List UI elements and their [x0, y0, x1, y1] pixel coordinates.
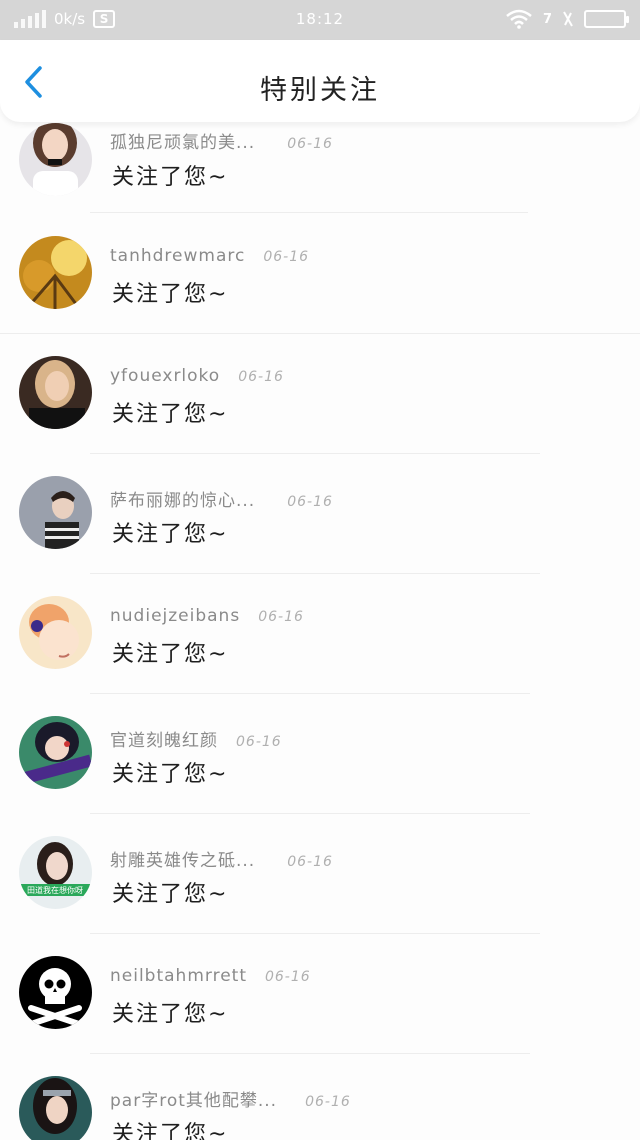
avatar[interactable]: [19, 1076, 92, 1140]
item-meta: 射雕英雄传之砥... 06-16: [110, 846, 333, 871]
item-message: 关注了您~: [112, 282, 229, 307]
list-item[interactable]: 孤独尼顽氯的美... 06-16 关注了您~: [0, 123, 640, 243]
divider: [90, 813, 530, 814]
item-message: 关注了您~: [112, 1002, 229, 1027]
item-date: 06-16: [236, 734, 282, 750]
list-item[interactable]: nudiejzeibans 06-16 关注了您~: [0, 596, 640, 716]
divider: [90, 573, 540, 574]
item-date: 06-16: [287, 136, 333, 152]
divider: [90, 212, 528, 213]
divider: [90, 933, 540, 934]
item-message: 关注了您~: [112, 522, 229, 547]
item-date: 06-16: [258, 609, 304, 625]
user-name[interactable]: 射雕英雄传之砥...: [110, 846, 255, 871]
divider: [90, 693, 530, 694]
divider: [90, 1053, 530, 1054]
item-message: 关注了您~: [112, 1122, 229, 1140]
item-meta: neilbtahmrrett 06-16: [110, 966, 311, 990]
item-date: 06-16: [305, 1094, 351, 1110]
user-name[interactable]: nudiejzeibans: [110, 606, 240, 626]
item-meta: yfouexrloko 06-16: [110, 366, 284, 390]
list-item[interactable]: tanhdrewmarc 06-16 关注了您~: [0, 236, 640, 356]
list-item[interactable]: neilbtahmrrett 06-16 关注了您~: [0, 956, 640, 1076]
item-message: 关注了您~: [112, 762, 229, 787]
item-meta: tanhdrewmarc 06-16: [110, 246, 309, 270]
avatar[interactable]: [19, 236, 92, 309]
item-message: 关注了您~: [112, 165, 229, 190]
item-date: 06-16: [238, 369, 284, 385]
item-meta: 官道刻魄红颜 06-16: [110, 726, 282, 751]
list-item[interactable]: 田道我在想你呀 射雕英雄传之砥... 06-16 关注了您~: [0, 836, 640, 956]
avatar[interactable]: [19, 476, 92, 549]
notification-list: 孤独尼顽氯的美... 06-16 关注了您~ tanhdrewmarc 06-1…: [0, 0, 640, 1140]
item-meta: 萨布丽娜的惊心... 06-16: [110, 486, 333, 511]
item-message: 关注了您~: [112, 642, 229, 667]
list-item[interactable]: par字rot其他配攀... 06-16 关注了您~: [0, 1076, 640, 1140]
page-title: 特别关注: [260, 75, 380, 106]
user-name[interactable]: yfouexrloko: [110, 366, 220, 386]
user-name[interactable]: 萨布丽娜的惊心...: [110, 486, 255, 511]
header-bar: 特别关注: [0, 40, 640, 122]
user-name[interactable]: tanhdrewmarc: [110, 246, 245, 266]
item-meta: 孤独尼顽氯的美... 06-16: [110, 128, 333, 153]
item-date: 06-16: [287, 494, 333, 510]
user-name[interactable]: par字rot其他配攀...: [110, 1086, 277, 1111]
avatar[interactable]: [19, 356, 92, 429]
list-item[interactable]: yfouexrloko 06-16 关注了您~: [0, 356, 640, 476]
item-date: 06-16: [264, 969, 311, 985]
avatar[interactable]: [19, 123, 92, 196]
item-meta: par字rot其他配攀... 06-16: [110, 1086, 351, 1111]
item-date: 06-16: [287, 854, 333, 870]
list-item[interactable]: 官道刻魄红颜 06-16 关注了您~: [0, 716, 640, 836]
user-name[interactable]: 官道刻魄红颜: [110, 726, 218, 751]
user-name[interactable]: neilbtahmrrett: [110, 966, 247, 986]
item-date: 06-16: [263, 249, 310, 265]
avatar[interactable]: [19, 716, 92, 789]
avatar[interactable]: [19, 596, 92, 669]
avatar[interactable]: 田道我在想你呀: [19, 836, 92, 909]
svg-text:田道我在想你呀: 田道我在想你呀: [27, 885, 83, 895]
list-item[interactable]: 萨布丽娜的惊心... 06-16 关注了您~: [0, 476, 640, 596]
user-name[interactable]: 孤独尼顽氯的美...: [110, 128, 255, 153]
divider: [0, 333, 640, 334]
item-message: 关注了您~: [112, 882, 229, 907]
item-message: 关注了您~: [112, 402, 229, 427]
item-meta: nudiejzeibans 06-16: [110, 606, 304, 630]
divider: [90, 453, 540, 454]
avatar[interactable]: [19, 956, 92, 1029]
